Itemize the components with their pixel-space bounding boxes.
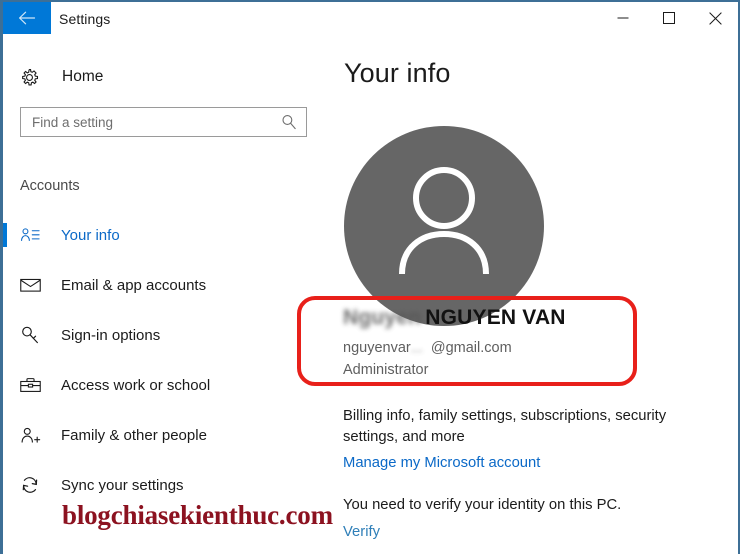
sidebar-section-title: Accounts: [20, 178, 80, 194]
sidebar-item-family-other-people[interactable]: Family & other people: [3, 410, 333, 460]
selection-indicator: [3, 473, 7, 497]
sidebar: Home Accounts: [3, 42, 333, 554]
selection-indicator: [3, 323, 7, 347]
account-email-redacted: ...: [410, 340, 423, 356]
account-name: Nguyen NGUYEN VAN: [343, 306, 566, 330]
verify-link[interactable]: Verify: [343, 524, 380, 540]
sidebar-item-label: Sync your settings: [61, 476, 184, 494]
sidebar-item-access-work-or-school[interactable]: Access work or school: [3, 360, 333, 410]
selection-indicator: [3, 423, 7, 447]
settings-window: Settings Home Find a setting Accounts Yo…: [0, 0, 740, 554]
user-plus-icon: [18, 426, 42, 445]
selection-indicator: [3, 373, 7, 397]
window-controls: [600, 2, 738, 34]
back-button[interactable]: [3, 2, 51, 34]
envelope-icon: [18, 277, 42, 293]
selection-indicator: [3, 223, 7, 247]
main-content: Your info Nguyen NGUYEN VAN nguyenvar... …: [333, 42, 738, 554]
maximize-icon: [663, 12, 675, 24]
user-info-icon: [18, 226, 42, 244]
sidebar-item-label: Family & other people: [61, 426, 207, 444]
account-email: nguyenvar... @gmail.com: [343, 340, 512, 356]
search-input[interactable]: [32, 114, 272, 130]
search-box[interactable]: [20, 107, 307, 137]
sidebar-nav: Your info Email & app accounts Sign-in o…: [3, 210, 333, 510]
minimize-icon: [617, 12, 629, 24]
page-title: Your info: [344, 58, 451, 88]
close-icon: [708, 11, 722, 25]
verify-description: You need to verify your identity on this…: [343, 497, 622, 513]
billing-description: Billing info, family settings, subscript…: [343, 408, 667, 445]
sidebar-item-sign-in-options[interactable]: Sign-in options: [3, 310, 333, 360]
search-icon[interactable]: [280, 113, 298, 131]
sync-icon: [18, 475, 42, 495]
window-title: Settings: [59, 11, 111, 27]
back-arrow-icon: [18, 11, 36, 25]
sidebar-item-email-app-accounts[interactable]: Email & app accounts: [3, 260, 333, 310]
account-role: Administrator: [343, 362, 429, 378]
sidebar-item-label: Sign-in options: [61, 326, 161, 344]
selection-indicator: [3, 273, 7, 297]
sidebar-item-home[interactable]: Home: [17, 60, 317, 94]
sidebar-item-sync-your-settings[interactable]: Sync your settings: [3, 460, 333, 510]
title-bar: Settings: [3, 2, 738, 42]
account-name-redacted: Nguyen: [343, 306, 422, 329]
key-icon: [18, 325, 42, 345]
briefcase-icon: [18, 377, 42, 394]
home-label: Home: [62, 68, 104, 85]
minimize-button[interactable]: [600, 2, 646, 34]
maximize-button[interactable]: [646, 2, 692, 34]
account-name-visible: NGUYEN VAN: [425, 306, 566, 329]
sidebar-item-label: Email & app accounts: [61, 276, 207, 294]
close-button[interactable]: [692, 2, 738, 34]
avatar: [344, 126, 544, 326]
gear-icon: [17, 68, 41, 87]
sidebar-item-your-info[interactable]: Your info: [3, 210, 333, 260]
person-avatar-icon: [399, 167, 489, 275]
account-email-prefix: nguyenvar: [343, 340, 411, 356]
manage-microsoft-account-link[interactable]: Manage my Microsoft account: [343, 455, 540, 471]
sidebar-item-label: Access work or school: [61, 376, 211, 394]
account-email-domain: @gmail.com: [430, 340, 512, 356]
sidebar-item-label: Your info: [61, 226, 120, 244]
